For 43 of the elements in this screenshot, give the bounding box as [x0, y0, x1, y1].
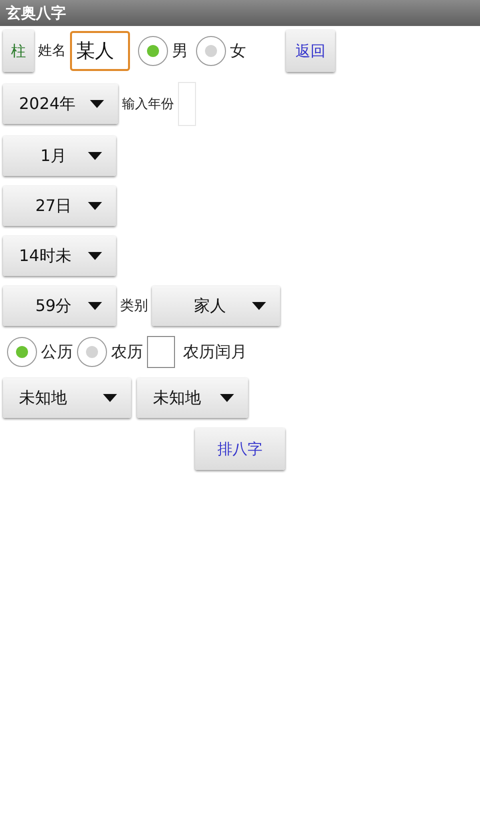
dropdown-value: 59分 [34, 296, 73, 316]
dropdown[interactable]: 2024年 [3, 84, 118, 124]
dropdown[interactable]: 1月 [3, 136, 116, 176]
dropdown[interactable]: 14时未 [3, 236, 116, 276]
dropdown[interactable]: 家人 [152, 286, 280, 326]
radio-button[interactable] [7, 337, 37, 367]
radio-label: 农历 [111, 342, 143, 362]
radio-label: 男 [172, 40, 188, 62]
checkbox[interactable] [147, 336, 175, 368]
checkbox-label: 农历闰月 [183, 342, 247, 362]
caret-icon [88, 252, 102, 260]
dropdown[interactable]: 未知地 [137, 378, 248, 418]
caret-icon [88, 202, 102, 210]
back-button[interactable]: 返回 [286, 30, 335, 72]
caret-icon [90, 100, 104, 108]
dropdown-value: 14时未 [19, 246, 72, 266]
name-label: 姓名 [38, 42, 66, 60]
window-title: 玄奥八字 [0, 0, 480, 26]
name-field[interactable]: 某人 [70, 31, 130, 71]
caret-icon [103, 394, 117, 402]
caret-icon [88, 152, 102, 160]
radio-button[interactable] [77, 337, 107, 367]
dropdown[interactable]: 27日 [3, 186, 116, 226]
year-input-field[interactable] [178, 82, 196, 126]
dropdown[interactable]: 未知地 [3, 378, 131, 418]
dropdown-value: 未知地 [153, 388, 202, 408]
dropdown-value: 1月 [39, 146, 68, 166]
dropdown-value: 家人 [193, 296, 227, 316]
caret-icon [252, 302, 266, 310]
caret-icon [88, 302, 102, 310]
submit-button[interactable]: 排八字 [195, 428, 285, 470]
radio-button[interactable] [196, 36, 226, 66]
radio-label: 女 [230, 40, 246, 62]
caret-icon [220, 394, 234, 402]
dropdown[interactable]: 59分 [3, 286, 116, 326]
dropdown-value: 未知地 [19, 388, 68, 408]
category-label: 类别 [120, 297, 148, 315]
dropdown-value: 2024年 [19, 94, 77, 114]
radio-button[interactable] [138, 36, 168, 66]
pillar-button[interactable]: 柱 [3, 30, 34, 72]
dropdown-value: 27日 [34, 196, 73, 216]
radio-label: 公历 [41, 342, 73, 362]
year-input-label: 输入年份 [122, 96, 174, 113]
